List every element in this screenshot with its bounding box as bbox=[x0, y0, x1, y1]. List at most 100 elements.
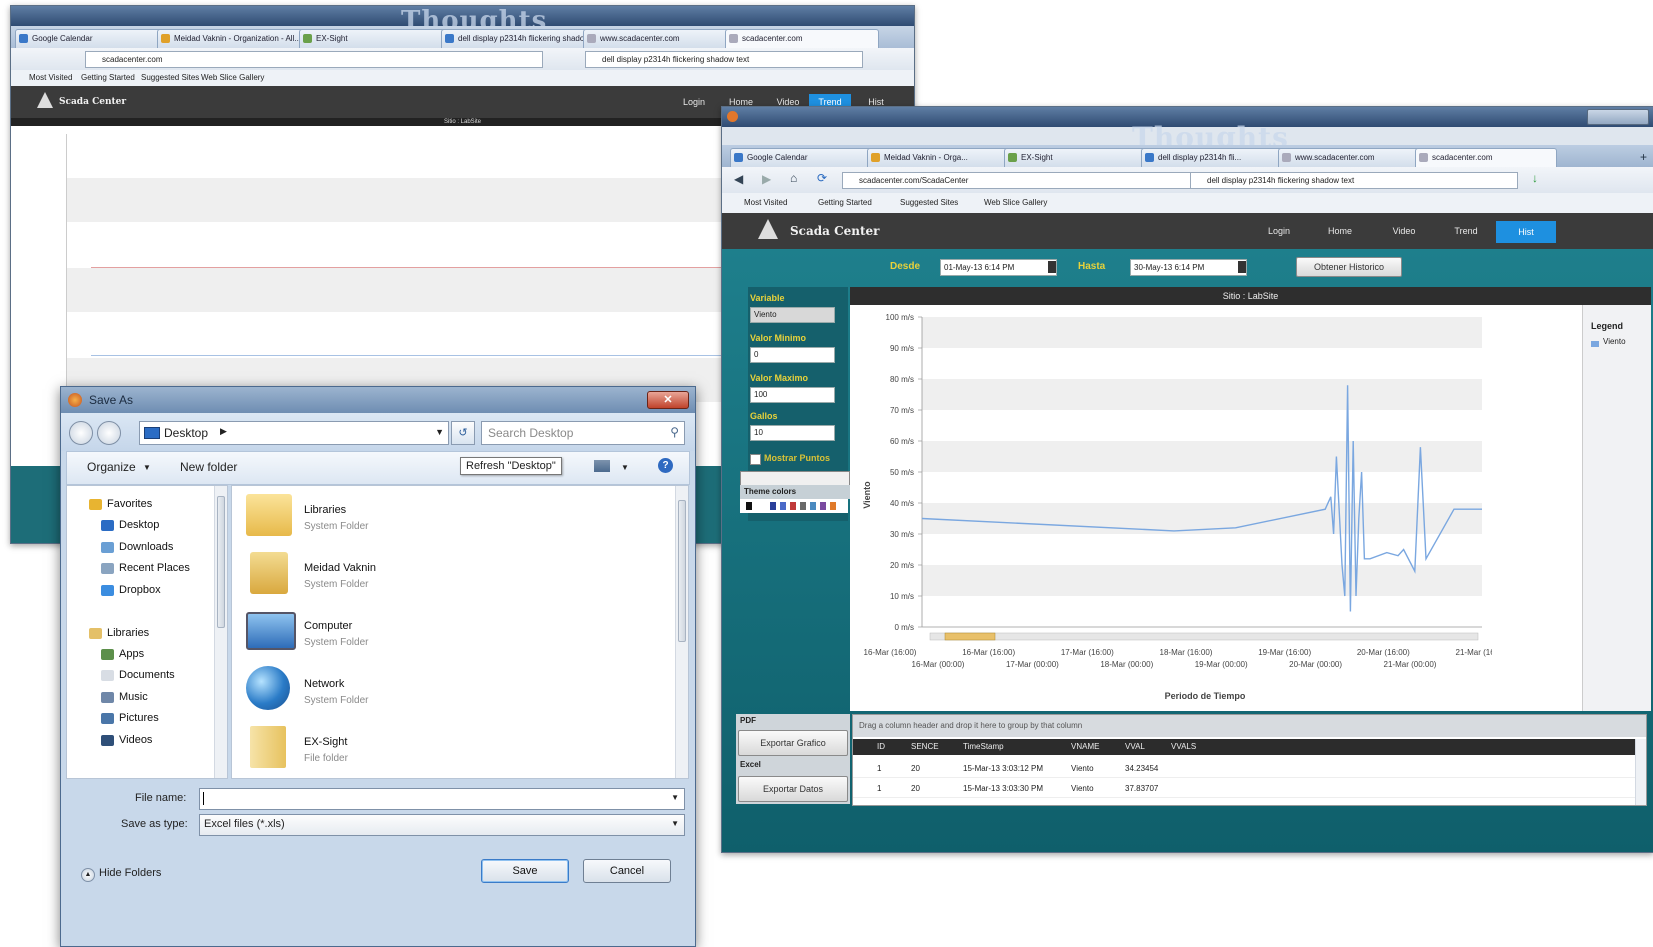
home-icon[interactable]: ⌂ bbox=[790, 171, 797, 185]
grid-header-cell[interactable]: VVAL bbox=[1125, 739, 1145, 755]
theme-swatches[interactable] bbox=[740, 499, 848, 513]
cancel-button[interactable]: Cancel bbox=[583, 859, 671, 883]
back-tab-2[interactable]: EX-Sight bbox=[299, 29, 453, 48]
swatch[interactable] bbox=[780, 502, 786, 510]
front-tab-2[interactable]: EX-Sight bbox=[1004, 148, 1146, 167]
front-tab-1[interactable]: Meidad Vaknin - Orga... bbox=[867, 148, 1009, 167]
chevron-down-icon[interactable]: ▼ bbox=[621, 463, 629, 472]
nav-item-videos[interactable]: Videos bbox=[101, 734, 152, 746]
chevron-down-icon[interactable]: ▼ bbox=[435, 427, 444, 437]
save-button[interactable]: Save bbox=[481, 859, 569, 883]
address-bar[interactable]: Desktop ▶ ▼ bbox=[139, 421, 449, 445]
list-item[interactable]: Libraries System Folder bbox=[246, 490, 546, 546]
swatch[interactable] bbox=[790, 502, 796, 510]
back-arrow-icon[interactable]: ◀ bbox=[734, 172, 743, 186]
desde-calendar-icon[interactable] bbox=[1048, 261, 1056, 273]
back-tab-1[interactable]: Meidad Vaknin - Organization - All... bbox=[157, 29, 311, 48]
gallos-field[interactable]: 10 bbox=[750, 425, 835, 441]
grid-header-cell[interactable]: SENCE bbox=[911, 739, 939, 755]
front-search-field[interactable]: dell display p2314h flickering shadow te… bbox=[1190, 172, 1518, 189]
search-icon[interactable]: ⚲ bbox=[670, 425, 679, 439]
nav-item-desktop[interactable]: Desktop bbox=[101, 519, 159, 531]
front-menu-trend[interactable]: Trend bbox=[1444, 223, 1488, 240]
grid-header-cell[interactable]: ID bbox=[877, 739, 885, 755]
list-item[interactable]: Computer System Folder bbox=[246, 606, 546, 662]
list-item[interactable]: Meidad Vaknin System Folder bbox=[246, 548, 546, 604]
front-url-field[interactable]: scadacenter.com/ScadaCenter bbox=[842, 172, 1195, 189]
front-tab-0[interactable]: Google Calendar bbox=[730, 148, 872, 167]
nav-item-recent-places[interactable]: Recent Places bbox=[101, 562, 190, 574]
front-tab-5[interactable]: scadacenter.com bbox=[1415, 148, 1557, 167]
bookmark-item[interactable]: Most Visited bbox=[744, 193, 787, 213]
file-list-scrollbar[interactable] bbox=[675, 486, 688, 778]
nav-item-apps[interactable]: Apps bbox=[101, 648, 144, 660]
grid-header-cell[interactable]: VNAME bbox=[1071, 739, 1099, 755]
swatch[interactable] bbox=[770, 502, 776, 510]
bookmark-item[interactable]: Suggested Sites bbox=[141, 70, 199, 86]
back-url-field[interactable]: scadacenter.com bbox=[85, 51, 543, 68]
hasta-field[interactable]: 30-May-13 6:14 PM bbox=[1130, 259, 1247, 276]
bookmark-item[interactable]: Getting Started bbox=[81, 70, 135, 86]
hide-folders-button[interactable]: Hide Folders bbox=[99, 867, 161, 879]
favorites-header[interactable]: Favorites bbox=[89, 498, 152, 510]
libraries-header[interactable]: Libraries bbox=[89, 627, 149, 639]
back-tab-5[interactable]: scadacenter.com bbox=[725, 29, 879, 48]
filename-input[interactable]: ▼ bbox=[199, 788, 685, 810]
savetype-select[interactable]: Excel files (*.xls) ▼ bbox=[199, 814, 685, 836]
nav-item-dropbox[interactable]: Dropbox bbox=[101, 584, 161, 596]
front-menu-login[interactable]: Login bbox=[1257, 223, 1301, 240]
hasta-calendar-icon[interactable] bbox=[1238, 261, 1246, 273]
front-menu-video[interactable]: Video bbox=[1382, 223, 1426, 240]
max-field[interactable]: 100 bbox=[750, 387, 835, 403]
list-item[interactable]: EX-Sight File folder bbox=[246, 722, 546, 778]
desde-field[interactable]: 01-May-13 6:14 PM bbox=[940, 259, 1057, 276]
swatch[interactable] bbox=[830, 502, 836, 510]
chart-zoom-thumb[interactable] bbox=[944, 632, 996, 641]
organize-button[interactable]: Organize bbox=[87, 460, 136, 474]
chart-zoom-scrollbar[interactable] bbox=[929, 632, 1479, 641]
swatch[interactable] bbox=[810, 502, 816, 510]
front-menu-hist[interactable]: Hist bbox=[1496, 221, 1556, 243]
help-icon[interactable]: ? bbox=[658, 458, 673, 473]
chevron-down-icon[interactable]: ▼ bbox=[671, 793, 679, 802]
download-icon[interactable]: ↓ bbox=[1532, 171, 1538, 185]
refresh-icon[interactable]: ↺ bbox=[451, 421, 475, 445]
mostrar-checkbox[interactable] bbox=[750, 454, 761, 465]
front-tab-4[interactable]: www.scadacenter.com bbox=[1278, 148, 1420, 167]
forward-button[interactable] bbox=[97, 421, 121, 445]
nav-scroll-thumb[interactable] bbox=[217, 496, 225, 628]
back-search-field[interactable]: dell display p2314h flickering shadow te… bbox=[585, 51, 863, 68]
obtener-historico-button[interactable]: Obtener Historico bbox=[1296, 257, 1402, 277]
nav-item-pictures[interactable]: Pictures bbox=[101, 712, 159, 724]
export-data-button[interactable]: Exportar Datos bbox=[738, 776, 848, 802]
chevron-right-icon[interactable]: ▶ bbox=[220, 426, 227, 437]
front-tab-3[interactable]: dell display p2314h fli... bbox=[1141, 148, 1283, 167]
variable-select[interactable]: Viento bbox=[750, 307, 835, 323]
grid-header-cell[interactable]: VVALS bbox=[1171, 739, 1196, 755]
chevron-down-icon[interactable]: ▼ bbox=[143, 463, 151, 472]
nav-item-downloads[interactable]: Downloads bbox=[101, 541, 173, 553]
close-icon[interactable]: ✕ bbox=[647, 391, 689, 409]
chevron-down-icon[interactable]: ▼ bbox=[671, 819, 679, 828]
new-tab-icon[interactable]: + bbox=[1640, 150, 1647, 164]
bookmark-item[interactable]: Web Slice Gallery bbox=[201, 70, 264, 86]
bookmark-item[interactable]: Getting Started bbox=[818, 193, 872, 213]
window-controls[interactable] bbox=[1587, 109, 1649, 125]
back-tab-3[interactable]: dell display p2314h flickering shadow... bbox=[441, 29, 595, 48]
nav-item-documents[interactable]: Documents bbox=[101, 669, 175, 681]
table-row[interactable]: 1 20 15-Mar-13 3:03:12 PM Viento 34.2345… bbox=[853, 761, 1646, 778]
back-menu-login[interactable]: Login bbox=[676, 94, 712, 111]
list-item[interactable]: Network System Folder bbox=[246, 664, 546, 720]
nav-scrollbar[interactable] bbox=[214, 486, 227, 778]
front-menu-home[interactable]: Home bbox=[1318, 223, 1362, 240]
grid-header-cell[interactable]: TimeStamp bbox=[963, 739, 1004, 755]
grid-scrollbar[interactable] bbox=[1635, 739, 1646, 805]
new-folder-button[interactable]: New folder bbox=[180, 460, 237, 474]
bookmark-item[interactable]: Suggested Sites bbox=[900, 193, 958, 213]
table-row[interactable]: 1 20 15-Mar-13 3:03:30 PM Viento 37.8370… bbox=[853, 781, 1646, 798]
back-button[interactable] bbox=[69, 421, 93, 445]
search-box[interactable]: Search Desktop ⚲ bbox=[481, 421, 685, 445]
export-graph-button[interactable]: Exportar Grafico bbox=[738, 730, 848, 756]
file-list-scroll-thumb[interactable] bbox=[678, 500, 686, 642]
min-field[interactable]: 0 bbox=[750, 347, 835, 363]
